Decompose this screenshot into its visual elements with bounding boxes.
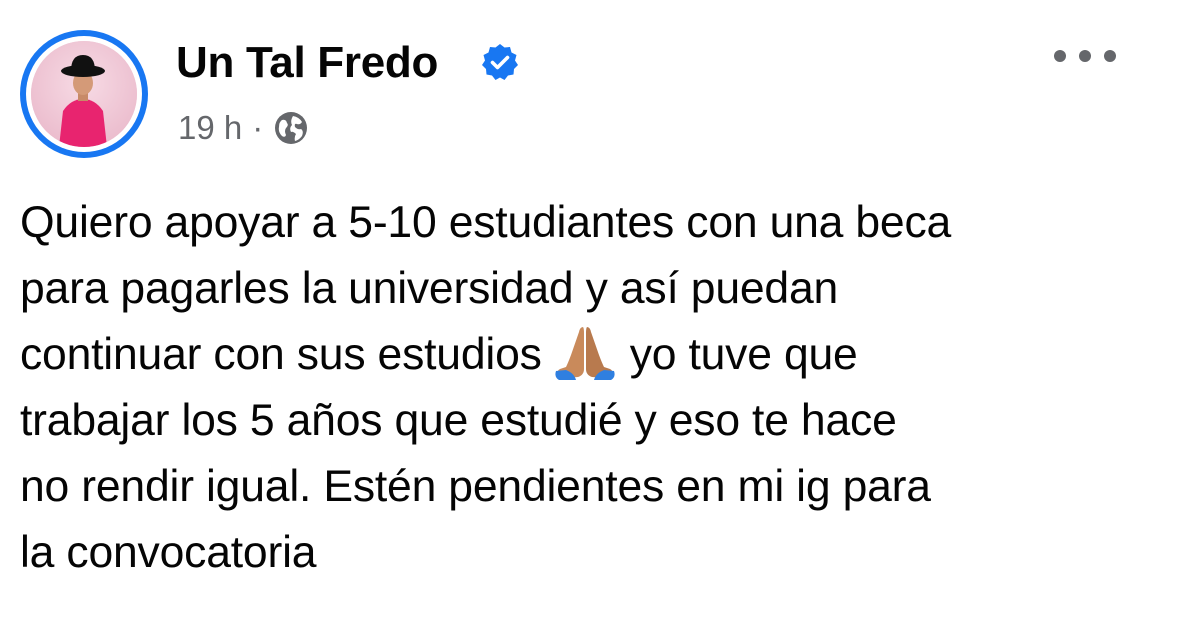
post-text: Quiero apoyar a 5-10 estudiantes con una… bbox=[20, 190, 1150, 586]
more-options-icon[interactable] bbox=[1050, 38, 1120, 74]
post-text-line: trabajar los 5 años que estudié y eso te… bbox=[20, 396, 897, 445]
avatar[interactable] bbox=[31, 41, 137, 147]
post-text-segment: continuar con sus estudios bbox=[20, 330, 542, 379]
post-text-line: continuar con sus estudios yo tuve que bbox=[20, 322, 1150, 388]
post-text-segment: yo tuve que bbox=[629, 330, 858, 379]
post-text-line: no rendir igual. Estén pendientes en mi … bbox=[20, 462, 931, 511]
verified-badge-icon bbox=[482, 44, 518, 80]
folded-hands-emoji-icon bbox=[555, 327, 615, 380]
post-meta: 19 h · bbox=[178, 108, 309, 148]
avatar-inner-border bbox=[26, 36, 142, 152]
facebook-post: Un Tal Fredo 19 h · Quiero apoyar a 5-10… bbox=[0, 0, 1179, 620]
post-text-line: la convocatoria bbox=[20, 528, 317, 577]
profile-photo-icon bbox=[31, 41, 137, 147]
post-timestamp[interactable]: 19 h bbox=[178, 108, 242, 148]
globe-icon[interactable] bbox=[273, 110, 309, 146]
meta-separator: · bbox=[252, 109, 264, 146]
post-text-line: para pagarles la universidad y así pueda… bbox=[20, 264, 839, 313]
post-text-line: Quiero apoyar a 5-10 estudiantes con una… bbox=[20, 198, 952, 247]
avatar-story-ring[interactable] bbox=[20, 30, 148, 158]
author-name[interactable]: Un Tal Fredo bbox=[176, 37, 438, 89]
